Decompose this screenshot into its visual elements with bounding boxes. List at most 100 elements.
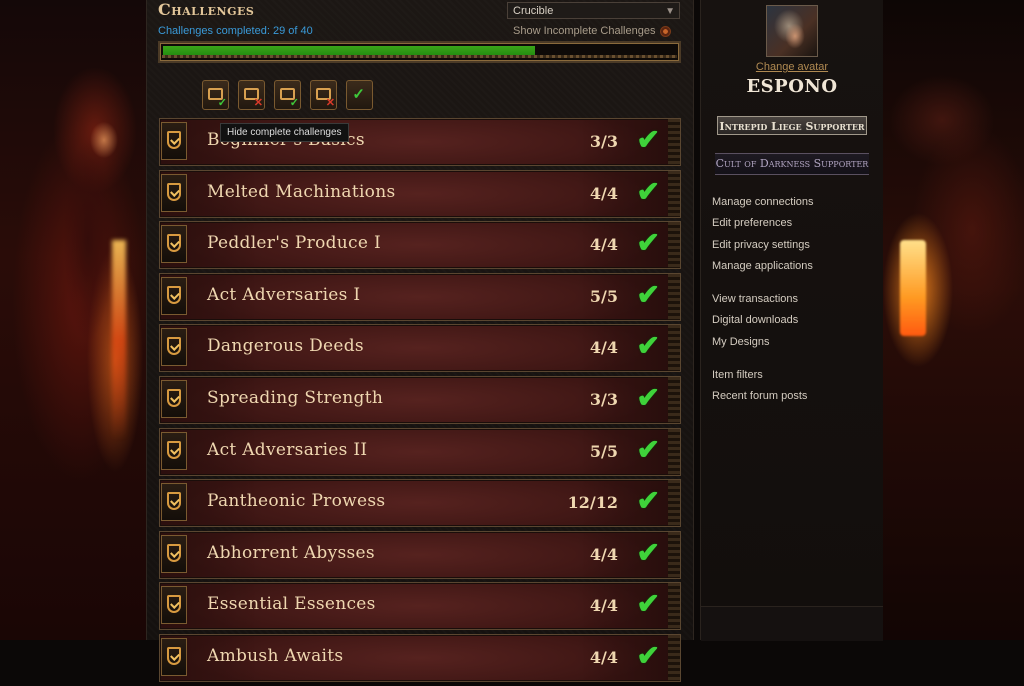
- challenge-row[interactable]: Act Adversaries II 5/5 ✔: [159, 427, 681, 476]
- shield-icon: [167, 337, 181, 356]
- challenge-count: 5/5: [589, 441, 618, 461]
- filter-all-icon[interactable]: ✓: [346, 80, 373, 110]
- account-links: Manage connections Edit preferences Edit p…: [712, 195, 814, 411]
- challenge-name: Ambush Awaits: [207, 645, 344, 666]
- row-edge-ornament: [668, 531, 680, 578]
- row-edge-ornament: [668, 428, 680, 475]
- shield-icon: [167, 440, 181, 459]
- challenge-name: Act Adversaries I: [207, 284, 361, 305]
- challenge-badge: [161, 534, 187, 573]
- row-edge-ornament: [668, 119, 680, 165]
- challenge-badge: [161, 431, 187, 470]
- challenge-row[interactable]: Act Adversaries I 5/5 ✔: [159, 272, 681, 321]
- challenge-badge: [161, 173, 187, 212]
- challenge-badge: [161, 225, 187, 264]
- challenges-completed-text: Challenges completed: 29 of 40: [158, 25, 313, 37]
- checkmark-icon: ✔: [636, 381, 660, 413]
- checkmark-icon: ✔: [636, 485, 660, 517]
- challenge-badge: [161, 637, 187, 676]
- challenge-row[interactable]: Spreading Strength 3/3 ✔: [159, 375, 681, 424]
- challenge-list: Beginner's Basics3/3✔Melted Machinations…: [159, 118, 681, 686]
- challenge-badge: [161, 122, 187, 160]
- challenge-badge: [161, 483, 187, 522]
- checkmark-icon: ✔: [636, 639, 660, 671]
- challenge-name: Melted Machinations: [207, 181, 396, 202]
- sidebar-link-my-designs[interactable]: My Designs: [712, 335, 814, 356]
- shield-icon: [167, 543, 181, 562]
- checkmark-icon: ✓: [289, 97, 299, 109]
- row-edge-ornament: [668, 170, 680, 217]
- filter-reward-complete-icon[interactable]: ✓: [274, 80, 301, 110]
- reaper-figure-art: [40, 70, 120, 370]
- account-sidebar: Change avatar ESPONO Intrepid Liege Supp…: [700, 0, 883, 641]
- filter-incomplete-icon[interactable]: ✕: [238, 80, 265, 110]
- checkmark-icon: ✔: [636, 330, 660, 362]
- sidebar-link-view-transactions[interactable]: View transactions: [712, 292, 814, 313]
- challenge-count: 4/4: [589, 183, 618, 203]
- link-group-spacer: [712, 280, 814, 292]
- challenge-badge: [161, 379, 187, 418]
- sidebar-link-manage-applications[interactable]: Manage applications: [712, 259, 814, 280]
- challenge-count: 4/4: [589, 235, 618, 255]
- challenge-name: Abhorrent Abysses: [207, 542, 375, 563]
- avatar[interactable]: [766, 5, 818, 57]
- sidebar-link-edit-privacy-settings[interactable]: Edit privacy settings: [712, 238, 814, 259]
- challenge-row[interactable]: Essential Essences 4/4 ✔: [159, 582, 681, 631]
- filter-reward-incomplete-icon[interactable]: ✕: [310, 80, 337, 110]
- row-edge-ornament: [668, 376, 680, 423]
- challenge-count: 12/12: [567, 493, 618, 513]
- row-edge-ornament: [668, 222, 680, 269]
- show-incomplete-label: Show Incomplete Challenges: [513, 25, 656, 37]
- lava-glow-art: [112, 240, 126, 440]
- sidebar-link-edit-preferences[interactable]: Edit preferences: [712, 216, 814, 237]
- challenge-row[interactable]: Dangerous Deeds 4/4 ✔: [159, 324, 681, 373]
- challenge-badge: [161, 586, 187, 625]
- challenge-filter-bar: ✓ ✕ ✓ ✕ ✓: [202, 80, 373, 110]
- show-incomplete-toggle[interactable]: Show Incomplete Challenges: [513, 25, 672, 37]
- checkmark-icon: ✓: [352, 86, 365, 103]
- checkmark-icon: ✔: [636, 227, 660, 259]
- shield-icon: [167, 131, 181, 149]
- shield-icon: [167, 492, 181, 511]
- checkmark-icon: ✔: [636, 124, 660, 155]
- toggle-orb-icon[interactable]: [660, 25, 672, 37]
- row-edge-ornament: [668, 273, 680, 320]
- checkmark-icon: ✔: [636, 175, 660, 207]
- shield-icon: [167, 234, 181, 253]
- sidebar-link-manage-connections[interactable]: Manage connections: [712, 195, 814, 216]
- challenge-name: Pantheonic Prowess: [207, 491, 386, 512]
- row-edge-ornament: [668, 480, 680, 527]
- page-title: Challenges: [158, 0, 255, 19]
- links-group-shop: View transactions Digital downloads My Des…: [712, 292, 814, 356]
- challenge-row[interactable]: Abhorrent Abysses 4/4 ✔: [159, 530, 681, 579]
- sidebar-bottom-panel: [701, 606, 883, 641]
- supporter-badge-cult-of-darkness: Cult of Darkness Supporter: [715, 153, 869, 175]
- checkmark-icon: ✔: [636, 588, 660, 620]
- forge-glow-art: [900, 240, 926, 336]
- shield-icon: [167, 388, 181, 407]
- sidebar-link-item-filters[interactable]: Item filters: [712, 368, 814, 389]
- cross-icon: ✕: [253, 97, 263, 109]
- shield-icon: [167, 595, 181, 614]
- row-edge-ornament: [668, 325, 680, 372]
- league-select[interactable]: Crucible ▼: [507, 2, 680, 19]
- change-avatar-link[interactable]: Change avatar: [701, 61, 883, 73]
- sidebar-link-digital-downloads[interactable]: Digital downloads: [712, 313, 814, 334]
- challenge-badge: [161, 328, 187, 367]
- challenge-row[interactable]: Peddler's Produce I 4/4 ✔: [159, 221, 681, 270]
- links-group-misc: Item filters Recent forum posts: [712, 368, 814, 411]
- shield-icon: [167, 285, 181, 304]
- shield-icon: [167, 182, 181, 201]
- filter-complete-icon[interactable]: ✓: [202, 80, 229, 110]
- supporter-badge-intrepid-liege: Intrepid Liege Supporter: [717, 116, 867, 135]
- challenge-progress-bar: [158, 41, 681, 63]
- challenge-count: 4/4: [589, 338, 618, 358]
- challenges-panel: Challenges Crucible ▼ Challenges complet…: [146, 0, 694, 682]
- challenge-row[interactable]: Melted Machinations 4/4 ✔: [159, 169, 681, 218]
- sidebar-link-recent-forum-posts[interactable]: Recent forum posts: [712, 389, 814, 410]
- challenge-name: Essential Essences: [207, 594, 376, 615]
- challenge-count: 5/5: [589, 286, 618, 306]
- challenge-row[interactable]: Pantheonic Prowess 12/12 ✔: [159, 479, 681, 528]
- challenge-row[interactable]: Ambush Awaits 4/4 ✔: [159, 633, 681, 682]
- shield-icon: [167, 646, 181, 665]
